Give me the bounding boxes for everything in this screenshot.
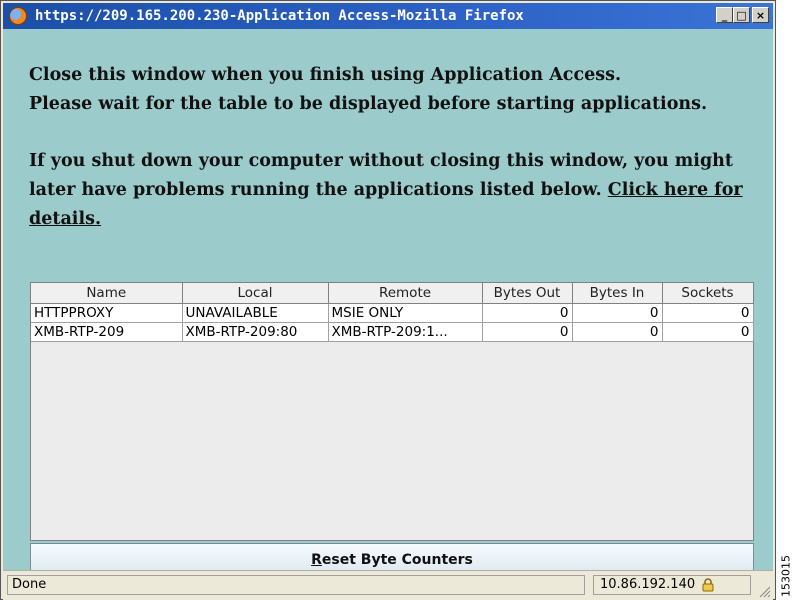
table-row[interactable]: HTTPPROXY UNAVAILABLE MSIE ONLY 0 0 0 — [31, 303, 754, 323]
firefox-icon — [9, 7, 27, 25]
status-host-panel: 10.86.192.140 — [593, 575, 751, 595]
table-row[interactable]: XMB-RTP-209 XMB-RTP-209:80 XMB-RTP-209:1… — [31, 322, 754, 342]
instruction-line-2: Please wait for the table to be displaye… — [29, 94, 708, 114]
lock-icon[interactable] — [701, 578, 715, 592]
instructions: Close this window when you finish using … — [29, 61, 753, 119]
window-controls: _ □ × — [716, 7, 769, 23]
cell-bytes-out: 0 — [482, 303, 573, 323]
window-title: https://209.165.200.230-Application Acce… — [35, 8, 524, 24]
column-header-bytes-out[interactable]: Bytes Out — [482, 283, 573, 304]
cell-local: UNAVAILABLE — [182, 303, 329, 323]
column-header-bytes-in[interactable]: Bytes In — [572, 283, 663, 304]
cell-local: XMB-RTP-209:80 — [182, 322, 329, 342]
resize-grip-icon[interactable] — [755, 582, 771, 598]
instruction-line-1: Close this window when you finish using … — [29, 65, 622, 85]
status-text: Done — [7, 575, 585, 595]
title-bar[interactable]: https://209.165.200.230-Application Acce… — [3, 3, 773, 29]
column-header-local[interactable]: Local — [182, 283, 329, 304]
figure-id: 153015 — [778, 555, 794, 597]
figure-id-text: 153015 — [779, 555, 793, 597]
cell-name: HTTPPROXY — [31, 303, 183, 323]
status-bar: Done 10.86.192.140 — [3, 570, 773, 600]
cell-bytes-in: 0 — [572, 322, 663, 342]
cell-remote: XMB-RTP-209:1... — [328, 322, 483, 342]
cell-bytes-in: 0 — [572, 303, 663, 323]
table-header-row: Name Local Remote Bytes Out Bytes In Soc… — [31, 283, 754, 304]
shutdown-warning: If you shut down your computer without c… — [29, 147, 753, 234]
host-address: 10.86.192.140 — [600, 577, 696, 592]
maximize-button[interactable]: □ — [733, 7, 750, 23]
minimize-button[interactable]: _ — [716, 7, 733, 23]
cell-name: XMB-RTP-209 — [31, 322, 183, 342]
applications-table: Name Local Remote Bytes Out Bytes In Soc… — [30, 282, 754, 541]
close-button[interactable]: × — [752, 7, 769, 23]
column-header-name[interactable]: Name — [31, 283, 183, 304]
reset-label: eset Byte Counters — [321, 551, 473, 568]
cell-sockets: 0 — [662, 322, 754, 342]
reset-accesskey: R — [311, 551, 322, 568]
column-header-sockets[interactable]: Sockets — [662, 283, 754, 304]
column-header-remote[interactable]: Remote — [328, 283, 483, 304]
cell-bytes-out: 0 — [482, 322, 573, 342]
cell-remote: MSIE ONLY — [328, 303, 483, 323]
cell-sockets: 0 — [662, 303, 754, 323]
browser-window: https://209.165.200.230-Application Acce… — [0, 0, 776, 600]
content-area: Close this window when you finish using … — [3, 29, 773, 576]
